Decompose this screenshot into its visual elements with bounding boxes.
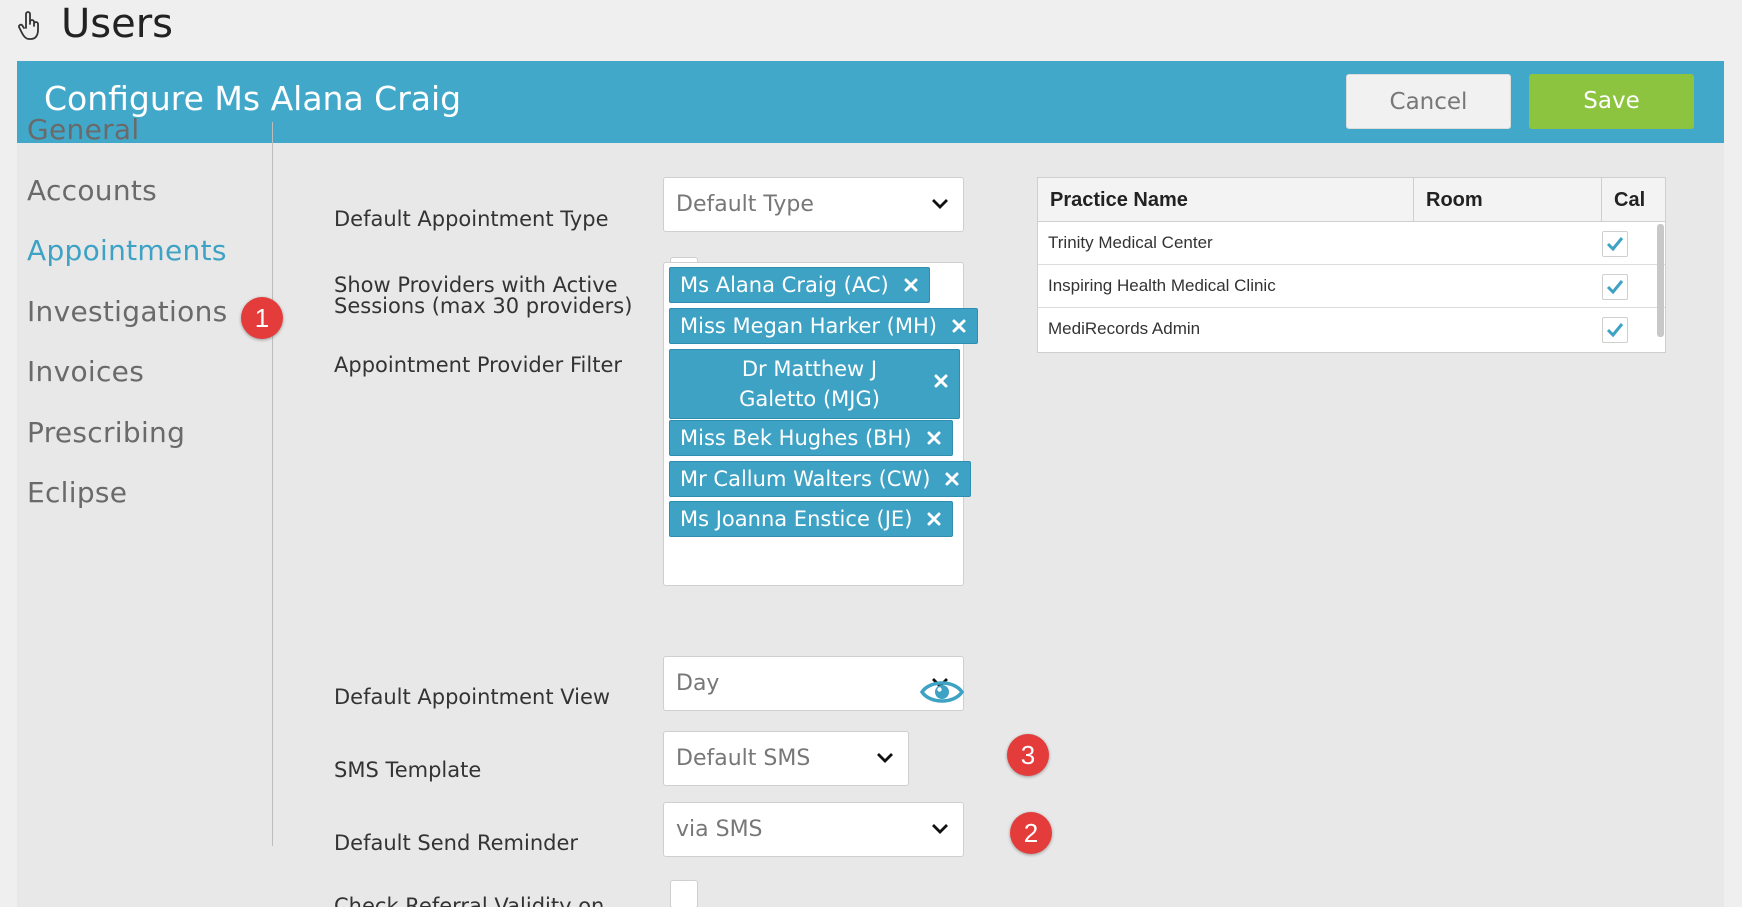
- chevron-down-icon: [932, 199, 948, 209]
- referral-validity-label: Check Referral Validity on: [334, 894, 605, 907]
- provider-tag-label: Miss Megan Harker (MH): [680, 314, 937, 338]
- provider-tag[interactable]: Dr Matthew J Galetto (MJG): [669, 349, 960, 419]
- sidebar-item-eclipse[interactable]: Eclipse: [27, 475, 257, 536]
- show-providers-label-line1: Show Providers with Active: [334, 273, 618, 297]
- chevron-down-icon: [877, 753, 893, 763]
- appt-type-label: Default Appointment Type: [334, 207, 609, 231]
- referral-validity-checkbox[interactable]: [670, 880, 698, 907]
- sidebar-divider: [272, 122, 273, 846]
- practice-name-cell: Inspiring Health Medical Clinic: [1048, 276, 1276, 295]
- remove-tag-icon[interactable]: [932, 372, 950, 390]
- appt-type-select[interactable]: Default Type: [663, 177, 964, 232]
- send-reminder-value: via SMS: [676, 817, 763, 842]
- table-row: Inspiring Health Medical Clinic: [1038, 265, 1665, 308]
- practice-name-cell: Trinity Medical Center: [1048, 233, 1213, 252]
- provider-tag[interactable]: Miss Bek Hughes (BH): [669, 420, 953, 456]
- settings-sidebar: General Accounts Appointments Investigat…: [27, 112, 257, 536]
- sms-template-value: Default SMS: [676, 746, 811, 771]
- show-providers-label-line2: Sessions (max 30 providers): [334, 294, 633, 318]
- provider-tag[interactable]: Miss Megan Harker (MH): [669, 308, 978, 344]
- sidebar-item-investigations[interactable]: Investigations: [27, 294, 257, 355]
- checkmark-icon: [1606, 280, 1624, 295]
- provider-tag-label: Ms Joanna Enstice (JE): [680, 507, 913, 531]
- remove-tag-icon[interactable]: [925, 510, 943, 528]
- column-header-practice-name[interactable]: Practice Name: [1038, 178, 1414, 222]
- provider-tag[interactable]: Mr Callum Walters (CW): [669, 461, 972, 497]
- page-title: Users: [61, 1, 174, 47]
- table-row: Trinity Medical Center: [1038, 222, 1665, 265]
- save-button[interactable]: Save: [1529, 74, 1694, 129]
- provider-tag[interactable]: Ms Alana Craig (AC): [669, 267, 930, 303]
- remove-tag-icon[interactable]: [943, 470, 961, 488]
- send-reminder-select[interactable]: via SMS: [663, 802, 964, 857]
- remove-tag-icon[interactable]: [925, 429, 943, 447]
- appt-view-select[interactable]: Day: [663, 656, 964, 711]
- sidebar-item-general[interactable]: General: [27, 112, 257, 173]
- cancel-button[interactable]: Cancel: [1346, 74, 1511, 129]
- column-header-cal[interactable]: Cal: [1602, 178, 1666, 222]
- sidebar-item-invoices[interactable]: Invoices: [27, 354, 257, 415]
- sidebar-item-prescribing[interactable]: Prescribing: [27, 415, 257, 476]
- table-scrollbar[interactable]: [1657, 224, 1664, 337]
- cal-checkbox[interactable]: [1602, 317, 1628, 343]
- annotation-badge-3: 3: [1007, 734, 1049, 776]
- cal-checkbox[interactable]: [1602, 274, 1628, 300]
- table-body: Trinity Medical Center Inspiring Health …: [1038, 222, 1665, 351]
- table-row: MediRecords Admin: [1038, 308, 1665, 351]
- provider-tag-label: Mr Callum Walters (CW): [680, 467, 931, 491]
- sms-template-label: SMS Template: [334, 758, 482, 782]
- send-reminder-label: Default Send Reminder: [334, 831, 579, 855]
- provider-filter-input[interactable]: Ms Alana Craig (AC) Miss Megan Harker (MH…: [663, 262, 978, 586]
- sidebar-item-accounts[interactable]: Accounts: [27, 173, 257, 234]
- panel-banner: Configure Ms Alana Craig Cancel Save: [17, 61, 1724, 143]
- remove-tag-icon[interactable]: [902, 276, 920, 294]
- provider-filter-label: Appointment Provider Filter: [334, 353, 622, 377]
- table-header: Practice Name Room Cal: [1038, 178, 1665, 222]
- chevron-down-icon: [932, 824, 948, 834]
- preview-eye-icon[interactable]: [920, 677, 964, 707]
- column-header-room[interactable]: Room: [1414, 178, 1602, 222]
- page-header: Users: [0, 0, 1742, 60]
- annotation-badge-2: 2: [1010, 812, 1052, 854]
- provider-tag-label: Dr Matthew J Galetto (MJG): [739, 357, 880, 411]
- provider-tag[interactable]: Ms Joanna Enstice (JE): [669, 501, 954, 537]
- sms-template-select[interactable]: Default SMS: [663, 731, 909, 786]
- provider-tag-label: Ms Alana Craig (AC): [680, 273, 889, 297]
- practice-name-cell: MediRecords Admin: [1048, 319, 1201, 338]
- appt-type-value: Default Type: [676, 192, 814, 217]
- hand-pointer-icon: [18, 11, 39, 40]
- checkmark-icon: [1606, 323, 1624, 338]
- practice-table: Practice Name Room Cal Trinity Medical C…: [1037, 177, 1666, 353]
- provider-tag-label: Miss Bek Hughes (BH): [680, 426, 912, 450]
- checkmark-icon: [1606, 237, 1624, 252]
- annotation-badge-1: 1: [241, 297, 283, 339]
- cal-checkbox[interactable]: [1602, 231, 1628, 257]
- appt-view-value: Day: [676, 671, 720, 696]
- sidebar-item-appointments[interactable]: Appointments: [27, 233, 257, 294]
- remove-tag-icon[interactable]: [950, 317, 968, 335]
- appt-view-label: Default Appointment View: [334, 685, 611, 709]
